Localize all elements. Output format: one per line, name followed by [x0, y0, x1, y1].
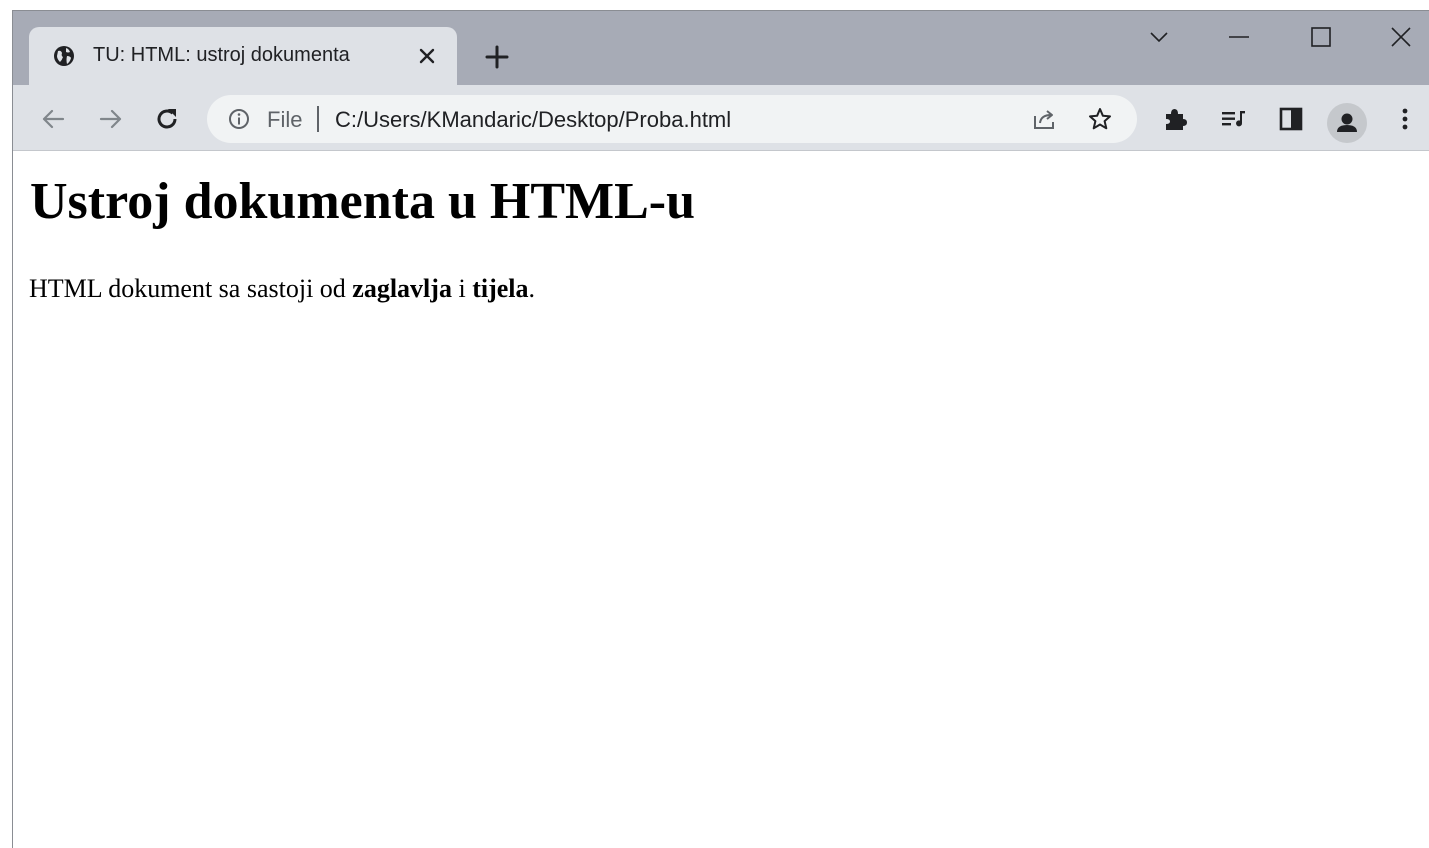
paragraph-text: . [528, 274, 536, 303]
tab-active[interactable]: TU: HTML: ustroj dokumenta [29, 27, 457, 85]
minimize-icon[interactable] [1227, 25, 1251, 49]
back-arrow-icon[interactable] [39, 105, 67, 133]
tab-title: TU: HTML: ustroj dokumenta [93, 44, 350, 66]
close-icon[interactable] [415, 44, 439, 68]
plus-icon[interactable] [483, 43, 511, 71]
address-separator [317, 106, 319, 132]
forward-arrow-icon[interactable] [97, 105, 125, 133]
puzzle-icon[interactable] [1161, 105, 1189, 133]
page-title: Ustroj dokumenta u HTML-u [30, 173, 696, 230]
scheme-label: File [267, 107, 303, 132]
globe-icon [53, 45, 75, 67]
bold-term-header: zaglavlja [352, 274, 452, 303]
info-icon[interactable] [227, 107, 251, 131]
page-content: Ustroj dokumenta u HTML-u HTML dokument … [13, 152, 1429, 848]
paragraph-text: HTML dokument sa sastoji od [29, 274, 353, 303]
page-paragraph: HTML dokument sa sastoji od zaglavlja i … [29, 274, 535, 304]
url-text[interactable]: C:/Users/KMandaric/Desktop/Proba.html [335, 107, 731, 133]
close-window-icon[interactable] [1389, 25, 1413, 49]
kebab-menu-icon[interactable] [1391, 105, 1419, 133]
maximize-icon[interactable] [1309, 25, 1333, 49]
side-panel-icon[interactable] [1277, 105, 1305, 133]
paragraph-text: i [451, 274, 473, 303]
share-icon[interactable] [1031, 106, 1057, 132]
tab-strip: TU: HTML: ustroj dokumenta [13, 11, 1429, 85]
avatar[interactable] [1327, 103, 1367, 143]
reading-list-icon[interactable] [1219, 105, 1247, 133]
browser-toolbar: File C:/Users/KMandaric/Desktop/Proba.ht… [13, 85, 1429, 151]
star-icon[interactable] [1087, 106, 1113, 132]
reload-icon[interactable] [153, 105, 181, 133]
address-bar[interactable]: File C:/Users/KMandaric/Desktop/Proba.ht… [207, 95, 1137, 143]
person-icon [1337, 113, 1357, 132]
chevron-down-icon[interactable] [1147, 25, 1171, 49]
bold-term-body: tijela [472, 274, 529, 303]
browser-window: TU: HTML: ustroj dokumenta File C:/Users… [12, 10, 1429, 848]
